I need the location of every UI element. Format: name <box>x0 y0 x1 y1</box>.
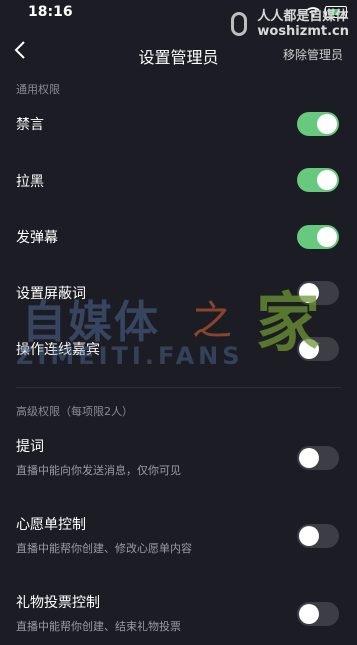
toggle-knob <box>299 448 319 468</box>
watermark-zhi: 之 <box>192 298 232 344</box>
toggle-knob <box>299 604 319 624</box>
toggle-wishlist[interactable] <box>297 524 339 548</box>
toggle-mute[interactable] <box>297 112 339 136</box>
microphone-icon <box>231 12 248 36</box>
toggle-knob <box>317 227 337 247</box>
row-label-gift-vote: 礼物投票控制 <box>16 595 100 611</box>
toggle-block-words[interactable] <box>297 281 339 305</box>
toggle-knob <box>299 339 319 359</box>
row-label-prompt: 提词 <box>16 439 44 455</box>
row-label-guest-link: 操作连线嘉宾 <box>16 342 100 358</box>
nav-bar: 设置管理员 移除管理员 <box>0 34 357 72</box>
section-title-advanced: 高级权限（每项限2人） <box>16 405 133 418</box>
row-label-block-words: 设置屏蔽词 <box>16 286 86 302</box>
toggle-knob <box>299 526 319 546</box>
toggle-prompt[interactable] <box>297 446 339 470</box>
section-divider <box>16 387 341 388</box>
toggle-danmaku[interactable] <box>297 225 339 249</box>
remove-admin-button[interactable]: 移除管理员 <box>283 46 343 63</box>
toggle-guest-link[interactable] <box>297 337 339 361</box>
toggle-knob <box>317 114 337 134</box>
row-label-wishlist: 心愿单控制 <box>16 517 86 533</box>
row-desc-gift-vote: 直播中能帮你创建、结束礼物投票 <box>16 620 181 633</box>
row-desc-wishlist: 直播中能帮你创建、修改心愿单内容 <box>16 542 192 555</box>
toggle-knob <box>299 283 319 303</box>
toggle-block[interactable] <box>297 168 339 192</box>
section-title-common: 通用权限 <box>16 83 60 96</box>
toggle-gift-vote[interactable] <box>297 602 339 626</box>
row-label-mute: 禁言 <box>16 117 44 133</box>
row-label-block: 拉黑 <box>16 174 44 190</box>
status-time: 18:16 <box>28 4 73 20</box>
watermark-line1: 人人都是自媒体 <box>257 9 349 24</box>
row-label-danmaku: 发弹幕 <box>16 230 58 246</box>
row-desc-prompt: 直播中能向你发送消息，仅你可见 <box>16 464 181 477</box>
toggle-knob <box>317 170 337 190</box>
